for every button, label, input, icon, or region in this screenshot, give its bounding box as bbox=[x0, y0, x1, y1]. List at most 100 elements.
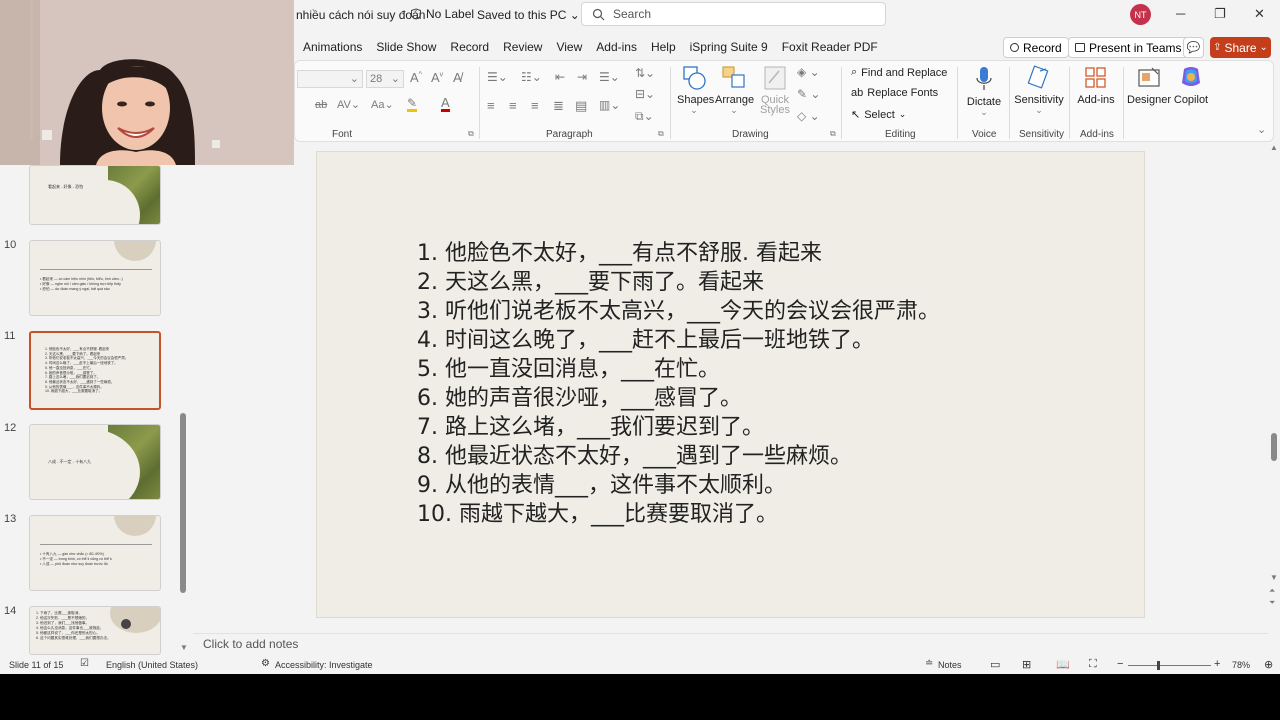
sensitivity-button[interactable]: Sensitivity ⌄ bbox=[1013, 65, 1065, 115]
zoom-out-icon[interactable]: − bbox=[1117, 658, 1123, 670]
copilot-button[interactable]: Copilot bbox=[1171, 65, 1211, 106]
smartart-icon[interactable]: ⧉⌄ bbox=[635, 109, 654, 124]
tab-ispring[interactable]: iSpring Suite 9 bbox=[683, 38, 775, 58]
align-right-icon[interactable]: ≡ bbox=[531, 98, 539, 113]
add-ins-button[interactable]: Add-ins bbox=[1074, 65, 1118, 106]
columns-icon[interactable]: ▥⌄ bbox=[599, 98, 620, 112]
change-case-icon[interactable]: Aa⌄ bbox=[371, 98, 394, 111]
close-button[interactable]: ✕ bbox=[1254, 6, 1265, 22]
paragraph-dialog-launcher-icon[interactable]: ⧉ bbox=[658, 129, 664, 139]
language-indicator[interactable]: English (United States) bbox=[106, 660, 198, 670]
comments-button[interactable]: 💬 bbox=[1183, 37, 1204, 58]
select-button[interactable]: ↖ Select ⌄ bbox=[851, 108, 906, 122]
slide-thumbnail-14[interactable]: 1. 下雨了，比赛___被取消。 2. 他这次失败，___是不想赌的。 3. 他… bbox=[29, 606, 161, 655]
exercise-sentence: 7. 路上这么堵，___我们要迟到了。 bbox=[417, 415, 764, 440]
quick-styles-button[interactable]: Quick Styles bbox=[757, 65, 793, 116]
font-size-dropdown[interactable]: 28 ⌄ bbox=[366, 70, 404, 88]
replace-fonts-button[interactable]: ab Replace Fonts bbox=[851, 87, 938, 99]
font-dialog-launcher-icon[interactable]: ⧉ bbox=[468, 129, 474, 139]
drawing-dialog-launcher-icon[interactable]: ⧉ bbox=[830, 129, 836, 139]
zoom-in-icon[interactable]: + bbox=[1214, 658, 1220, 670]
scrollbar-thumb[interactable] bbox=[1271, 433, 1277, 461]
tab-foxit[interactable]: Foxit Reader PDF bbox=[775, 38, 885, 58]
arrange-button[interactable]: Arrange ⌄ bbox=[715, 65, 754, 115]
search-input[interactable]: Search bbox=[581, 2, 886, 26]
scroll-up-icon[interactable]: ▲ bbox=[1270, 143, 1278, 152]
shape-effects-icon[interactable]: ◇ ⌄ bbox=[797, 109, 820, 123]
tab-record[interactable]: Record bbox=[443, 38, 496, 58]
character-spacing-icon[interactable]: AV⌄ bbox=[337, 98, 360, 111]
divider bbox=[40, 269, 152, 270]
slide-sorter-icon[interactable]: ⊞ bbox=[1022, 658, 1031, 671]
notes-icon: ≐ bbox=[925, 658, 934, 669]
font-color-icon[interactable]: A bbox=[441, 96, 450, 112]
next-slide-icon[interactable]: ⏷ bbox=[1269, 598, 1275, 608]
previous-slide-icon[interactable]: ⏶ bbox=[1269, 586, 1275, 596]
thumbnail-scrollbar[interactable] bbox=[180, 413, 186, 593]
strikethrough-icon[interactable]: ab bbox=[315, 99, 327, 111]
share-button[interactable]: ⇪ Share ⌄ bbox=[1210, 37, 1271, 58]
slide-thumbnail-9[interactable]: 看起来 - 好像 - 恐怕 bbox=[29, 165, 161, 225]
font-name-dropdown[interactable]: ⌄ bbox=[297, 70, 363, 88]
slide-scrollbar[interactable]: ▲ ▼ ⏶ ⏷ bbox=[1268, 143, 1280, 655]
highlight-icon[interactable]: ✎ bbox=[407, 97, 418, 112]
bullets-icon[interactable]: ☰⌄ bbox=[487, 70, 508, 84]
tab-help[interactable]: Help bbox=[644, 38, 683, 58]
slide-thumbnail-12[interactable]: 八成 - 不一定 - 十有八九 bbox=[29, 424, 161, 500]
zoom-level[interactable]: 78% bbox=[1232, 660, 1250, 670]
dictate-button[interactable]: Dictate ⌄ bbox=[964, 65, 1004, 117]
align-left-icon[interactable]: ≡ bbox=[487, 98, 495, 113]
tab-animations[interactable]: Animations bbox=[296, 38, 369, 58]
restore-button[interactable]: ❐ bbox=[1214, 6, 1226, 22]
collapse-ribbon-icon[interactable]: ⌄ bbox=[1257, 123, 1266, 136]
zoom-slider[interactable] bbox=[1128, 665, 1211, 666]
record-button[interactable]: Record bbox=[1003, 37, 1069, 58]
decrease-indent-icon[interactable]: ⇤ bbox=[555, 70, 565, 84]
document-title[interactable]: nhiều cách nói suy đoán bbox=[296, 8, 425, 22]
spell-check-icon[interactable]: ☑ bbox=[80, 658, 89, 669]
shape-outline-icon[interactable]: ✎ ⌄ bbox=[797, 87, 820, 101]
thumbnail-title: 看起来 - 好像 - 恐怕 bbox=[48, 184, 84, 189]
shape-fill-icon[interactable]: ◈ ⌄ bbox=[797, 65, 820, 79]
avatar[interactable]: NT bbox=[1130, 4, 1151, 25]
clear-formatting-icon[interactable]: A̸ bbox=[453, 70, 462, 85]
justify-icon[interactable]: ≣ bbox=[553, 98, 564, 114]
increase-font-icon[interactable]: A^ bbox=[410, 70, 422, 85]
exercise-list[interactable]: 1. 他脸色不太好，___有点不舒服. 看起来 2. 天这么黑，___要下雨了。… bbox=[417, 239, 940, 529]
slide-canvas[interactable]: 1. 他脸色不太好，___有点不舒服. 看起来 2. 天这么黑，___要下雨了。… bbox=[316, 151, 1145, 618]
designer-button[interactable]: Designer bbox=[1127, 65, 1171, 106]
increase-indent-icon[interactable]: ⇥ bbox=[577, 70, 587, 84]
slide-number: 10 bbox=[4, 239, 17, 251]
align-text-icon[interactable]: ⊟⌄ bbox=[635, 87, 655, 101]
reading-view-icon[interactable]: 📖 bbox=[1056, 658, 1070, 671]
slide-thumbnail-11[interactable]: 1. 他脸色不太好，___有点不舒服. 看起来 2. 天这么黑，___要下雨了。… bbox=[29, 331, 161, 410]
line-spacing-icon[interactable]: ☰⌄ bbox=[599, 70, 620, 84]
tab-view[interactable]: View bbox=[549, 38, 589, 58]
minimize-button[interactable]: ─ bbox=[1176, 6, 1185, 21]
slide-thumbnail-13[interactable]: • 十有八九 — gần như chắc (≈ 80–90%) • 不一定 —… bbox=[29, 515, 161, 591]
scroll-down-icon[interactable]: ▼ bbox=[180, 643, 188, 652]
align-center-icon[interactable]: ≡ bbox=[509, 98, 517, 113]
notes-pane[interactable]: Click to add notes bbox=[193, 633, 1268, 655]
shapes-button[interactable]: Shapes ⌄ bbox=[677, 65, 714, 115]
tab-review[interactable]: Review bbox=[496, 38, 549, 58]
scroll-down-icon[interactable]: ▼ bbox=[1270, 573, 1278, 582]
tab-add-ins[interactable]: Add-ins bbox=[589, 38, 644, 58]
numbering-icon[interactable]: ☷⌄ bbox=[521, 70, 542, 84]
exercise-sentence: 1. 他脸色不太好，___有点不舒服. 看起来 bbox=[417, 241, 822, 266]
present-in-teams-button[interactable]: Present in Teams bbox=[1068, 37, 1189, 58]
save-status[interactable]: Saved to this PC ⌄ bbox=[477, 8, 580, 22]
normal-view-icon[interactable]: ▭ bbox=[990, 658, 1000, 671]
slideshow-view-icon[interactable]: ⛶ bbox=[1089, 658, 1097, 671]
find-replace-button[interactable]: ⌕ Find and Replace bbox=[851, 66, 947, 79]
slide-thumbnail-10[interactable]: • 看起来 — có cảm hiệu nhìn (tiếu, biểu, tì… bbox=[29, 240, 161, 316]
fit-to-window-icon[interactable]: ⊕ bbox=[1264, 658, 1273, 671]
accessibility-status[interactable]: Accessibility: Investigate bbox=[275, 660, 373, 670]
decrease-font-icon[interactable]: Av bbox=[431, 70, 443, 85]
distributed-icon[interactable]: ▤ bbox=[575, 98, 587, 114]
tab-slide-show[interactable]: Slide Show bbox=[369, 38, 443, 58]
notes-button[interactable]: Notes bbox=[938, 660, 962, 670]
sensitivity-label[interactable]: No Label bbox=[410, 7, 474, 21]
zoom-slider-thumb[interactable] bbox=[1157, 661, 1160, 670]
text-direction-icon[interactable]: ⇅⌄ bbox=[635, 66, 655, 80]
